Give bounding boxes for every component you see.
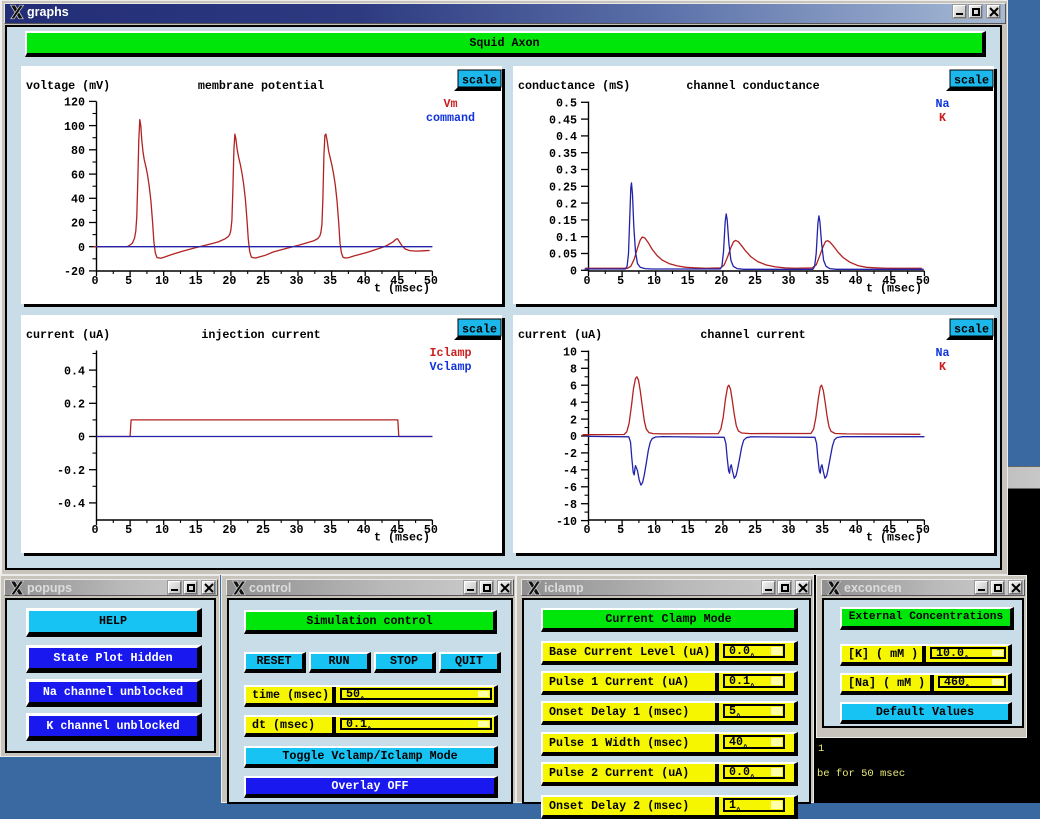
svg-text:25: 25 (748, 274, 762, 288)
svg-text:0: 0 (570, 265, 577, 279)
svg-text:0.1: 0.1 (556, 231, 577, 245)
svg-text:4: 4 (570, 396, 577, 410)
svg-text:-20: -20 (64, 265, 85, 279)
svg-text:K: K (939, 360, 947, 374)
svg-text:35: 35 (815, 274, 829, 288)
svg-text:t (msec): t (msec) (866, 531, 922, 545)
svg-text:channel current: channel current (700, 328, 805, 342)
svg-text:scale: scale (954, 74, 989, 88)
svg-text:scale: scale (462, 323, 497, 337)
svg-text:0.4: 0.4 (556, 130, 577, 144)
svg-text:20: 20 (714, 274, 728, 288)
svg-text:0: 0 (91, 274, 98, 288)
svg-text:20: 20 (71, 217, 85, 231)
svg-text:35: 35 (323, 274, 337, 288)
svg-text:injection current: injection current (201, 328, 320, 342)
svg-text:35: 35 (815, 523, 829, 537)
svg-text:40: 40 (849, 523, 863, 537)
svg-text:0.5: 0.5 (556, 97, 577, 111)
svg-text:30: 30 (781, 523, 795, 537)
svg-text:20: 20 (714, 523, 728, 537)
svg-text:0.2: 0.2 (64, 398, 85, 412)
svg-text:0: 0 (91, 523, 98, 537)
svg-text:voltage (mV): voltage (mV) (26, 79, 110, 93)
svg-text:scale: scale (462, 74, 497, 88)
svg-text:0: 0 (583, 274, 590, 288)
svg-text:15: 15 (681, 274, 695, 288)
svg-text:30: 30 (289, 523, 303, 537)
svg-text:-4: -4 (563, 464, 577, 478)
svg-text:current (uA): current (uA) (518, 328, 602, 342)
svg-text:2: 2 (570, 413, 577, 427)
svg-text:Na: Na (935, 97, 949, 111)
svg-text:command: command (426, 111, 475, 125)
svg-text:0: 0 (570, 430, 577, 444)
svg-text:20: 20 (222, 523, 236, 537)
svg-text:t (msec): t (msec) (374, 282, 430, 296)
svg-text:10: 10 (647, 523, 661, 537)
svg-text:10: 10 (563, 346, 577, 360)
svg-text:15: 15 (681, 523, 695, 537)
svg-text:channel conductance: channel conductance (686, 79, 819, 93)
svg-text:t (msec): t (msec) (866, 282, 922, 296)
svg-text:30: 30 (781, 274, 795, 288)
svg-text:120: 120 (64, 96, 85, 110)
svg-text:25: 25 (256, 523, 270, 537)
svg-text:-6: -6 (563, 481, 577, 495)
svg-text:40: 40 (71, 192, 85, 206)
svg-text:membrane potential: membrane potential (198, 79, 324, 93)
svg-text:10: 10 (647, 274, 661, 288)
svg-text:-8: -8 (563, 498, 577, 512)
svg-text:Vclamp: Vclamp (429, 360, 471, 374)
svg-text:10: 10 (155, 523, 169, 537)
svg-text:6: 6 (570, 379, 577, 393)
svg-text:Vm: Vm (443, 97, 457, 111)
svg-text:0.45: 0.45 (549, 113, 577, 127)
svg-text:conductance (mS): conductance (mS) (518, 79, 630, 93)
svg-text:0: 0 (583, 523, 590, 537)
svg-text:0.35: 0.35 (549, 147, 577, 161)
svg-text:0.3: 0.3 (556, 164, 577, 178)
svg-text:-0.2: -0.2 (57, 464, 85, 478)
svg-text:80: 80 (71, 144, 85, 158)
svg-text:15: 15 (189, 523, 203, 537)
svg-text:60: 60 (71, 168, 85, 182)
svg-text:t (msec): t (msec) (374, 531, 430, 545)
svg-text:5: 5 (617, 274, 624, 288)
svg-text:40: 40 (357, 274, 371, 288)
svg-text:0.15: 0.15 (549, 214, 577, 228)
svg-text:K: K (939, 111, 947, 125)
svg-text:5: 5 (125, 523, 132, 537)
svg-text:scale: scale (954, 323, 989, 337)
svg-text:Iclamp: Iclamp (429, 346, 471, 360)
svg-text:0.25: 0.25 (549, 181, 577, 195)
svg-text:15: 15 (189, 274, 203, 288)
svg-text:0: 0 (78, 241, 85, 255)
svg-text:Na: Na (935, 346, 949, 360)
svg-text:5: 5 (125, 274, 132, 288)
svg-text:30: 30 (289, 274, 303, 288)
svg-text:5: 5 (617, 523, 624, 537)
svg-text:0.2: 0.2 (556, 197, 577, 211)
svg-text:0.4: 0.4 (64, 364, 85, 378)
svg-text:100: 100 (64, 120, 85, 134)
svg-text:10: 10 (155, 274, 169, 288)
svg-text:25: 25 (256, 274, 270, 288)
svg-text:40: 40 (357, 523, 371, 537)
svg-text:0: 0 (78, 431, 85, 445)
svg-text:0.05: 0.05 (549, 248, 577, 262)
svg-text:-0.4: -0.4 (57, 497, 85, 511)
svg-text:current (uA): current (uA) (26, 328, 110, 342)
svg-text:-10: -10 (556, 515, 577, 529)
svg-text:25: 25 (748, 523, 762, 537)
svg-text:40: 40 (849, 274, 863, 288)
svg-text:20: 20 (222, 274, 236, 288)
svg-text:35: 35 (323, 523, 337, 537)
svg-text:-2: -2 (563, 447, 577, 461)
svg-text:8: 8 (570, 363, 577, 377)
